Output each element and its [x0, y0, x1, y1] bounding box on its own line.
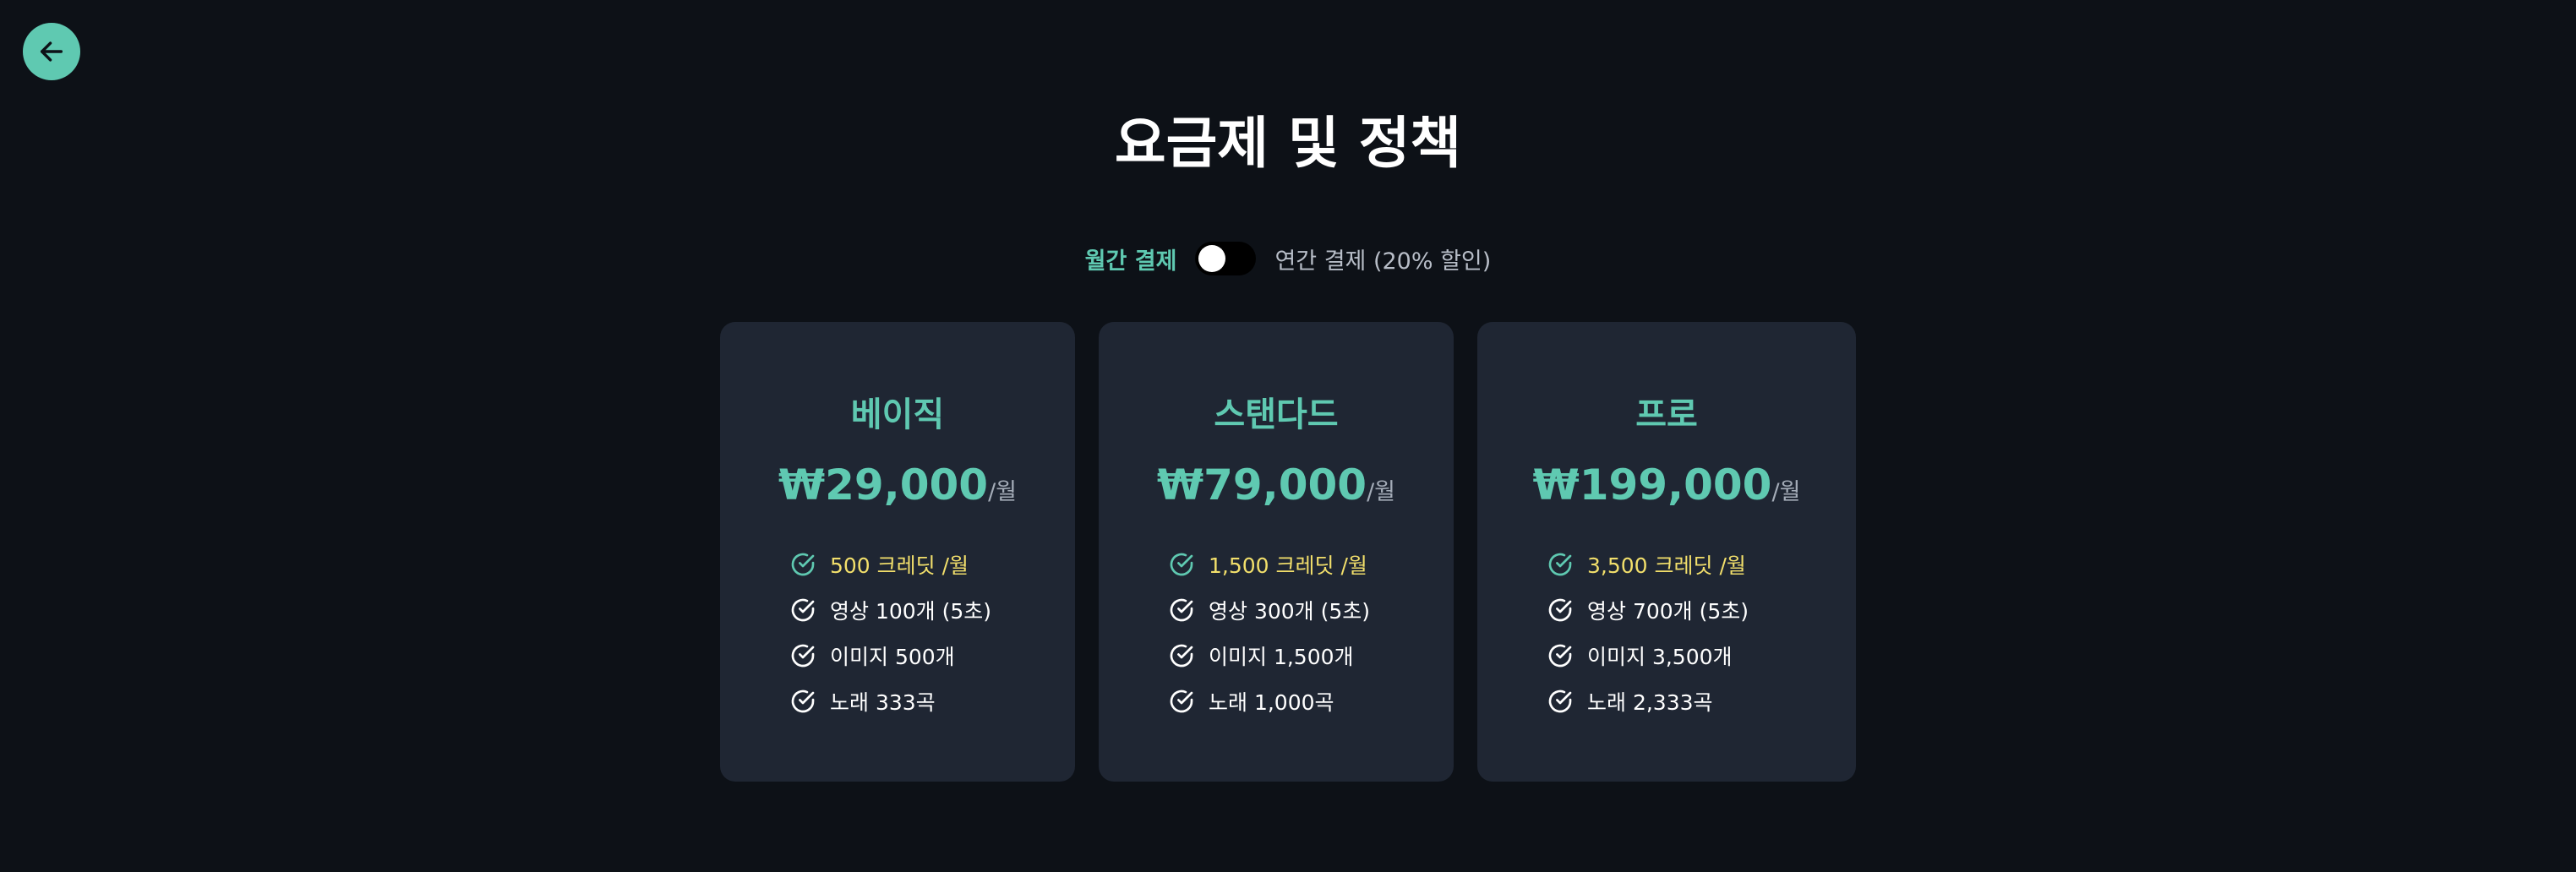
plan-card-pro[interactable]: 프로 ₩199,000/월 3,500 크레딧 /월 영상 700개 (5초) …	[1477, 322, 1856, 782]
price-unit: /월	[1367, 479, 1396, 505]
monthly-billing-label[interactable]: 월간 결제	[1085, 243, 1177, 275]
feature-text: 500 크레딧 /월	[830, 553, 969, 578]
feature-videos: 영상 100개 (5초)	[789, 587, 991, 633]
price-unit: /월	[1771, 479, 1801, 505]
check-circle-icon	[1170, 689, 1193, 713]
plan-price: ₩29,000/월	[720, 455, 1075, 525]
switch-knob	[1198, 245, 1226, 272]
feature-list: 500 크레딧 /월 영상 100개 (5초) 이미지 500개 노래 333곡	[789, 542, 991, 724]
feature-images: 이미지 1,500개	[1168, 633, 1370, 679]
feature-text: 3,500 크레딧 /월	[1587, 553, 1746, 578]
yearly-billing-label[interactable]: 연간 결제 (20% 할인)	[1274, 243, 1491, 275]
feature-text: 영상 100개 (5초)	[830, 599, 992, 624]
feature-list: 1,500 크레딧 /월 영상 300개 (5초) 이미지 1,500개 노래 …	[1168, 542, 1370, 724]
feature-songs: 노래 1,000곡	[1168, 679, 1370, 724]
feature-videos: 영상 300개 (5초)	[1168, 587, 1370, 633]
feature-text: 1,500 크레딧 /월	[1209, 553, 1367, 578]
feature-songs: 노래 333곡	[789, 679, 991, 724]
back-button[interactable]	[23, 23, 80, 80]
feature-videos: 영상 700개 (5초)	[1547, 587, 1749, 633]
page-title: 요금제 및 정책	[1114, 111, 1462, 176]
price-amount: ₩199,000	[1532, 461, 1772, 510]
feature-text: 이미지 500개	[830, 645, 955, 669]
feature-credits: 500 크레딧 /월	[789, 542, 991, 587]
feature-text: 노래 2,333곡	[1587, 690, 1713, 715]
feature-text: 영상 300개 (5초)	[1209, 599, 1371, 624]
feature-text: 노래 1,000곡	[1209, 690, 1334, 715]
feature-songs: 노래 2,333곡	[1547, 679, 1749, 724]
arrow-left-icon	[40, 41, 63, 62]
check-circle-icon	[1170, 553, 1193, 576]
check-circle-icon	[1548, 598, 1572, 622]
price-amount: ₩29,000	[778, 461, 989, 510]
check-circle-icon	[791, 553, 815, 576]
feature-images: 이미지 500개	[789, 633, 991, 679]
feature-credits: 3,500 크레딧 /월	[1547, 542, 1749, 587]
feature-images: 이미지 3,500개	[1547, 633, 1749, 679]
check-circle-icon	[1170, 598, 1193, 622]
feature-text: 이미지 1,500개	[1209, 645, 1354, 669]
price-unit: /월	[988, 479, 1018, 505]
check-circle-icon	[791, 598, 815, 622]
pricing-plans: 베이직 ₩29,000/월 500 크레딧 /월 영상 100개 (5초) 이미…	[720, 322, 1856, 782]
plan-name: 프로	[1635, 395, 1698, 434]
check-circle-icon	[1548, 644, 1572, 668]
feature-text: 이미지 3,500개	[1587, 645, 1733, 669]
plan-card-standard[interactable]: 스탠다드 ₩79,000/월 1,500 크레딧 /월 영상 300개 (5초)…	[1099, 322, 1454, 782]
plan-card-basic[interactable]: 베이직 ₩29,000/월 500 크레딧 /월 영상 100개 (5초) 이미…	[720, 322, 1075, 782]
feature-list: 3,500 크레딧 /월 영상 700개 (5초) 이미지 3,500개 노래 …	[1547, 542, 1749, 724]
check-circle-icon	[1548, 553, 1572, 576]
billing-period-switch[interactable]	[1195, 242, 1257, 275]
plan-price: ₩199,000/월	[1477, 455, 1856, 525]
plan-price: ₩79,000/월	[1099, 455, 1454, 525]
check-circle-icon	[791, 689, 815, 713]
check-circle-icon	[791, 644, 815, 668]
price-amount: ₩79,000	[1156, 461, 1367, 510]
plan-name: 베이직	[850, 395, 945, 434]
check-circle-icon	[1170, 644, 1193, 668]
feature-credits: 1,500 크레딧 /월	[1168, 542, 1370, 587]
billing-toggle: 월간 결제 연간 결제 (20% 할인)	[0, 240, 2576, 277]
feature-text: 영상 700개 (5초)	[1587, 599, 1749, 624]
check-circle-icon	[1548, 689, 1572, 713]
plan-name: 스탠다드	[1214, 395, 1339, 434]
feature-text: 노래 333곡	[830, 690, 936, 715]
